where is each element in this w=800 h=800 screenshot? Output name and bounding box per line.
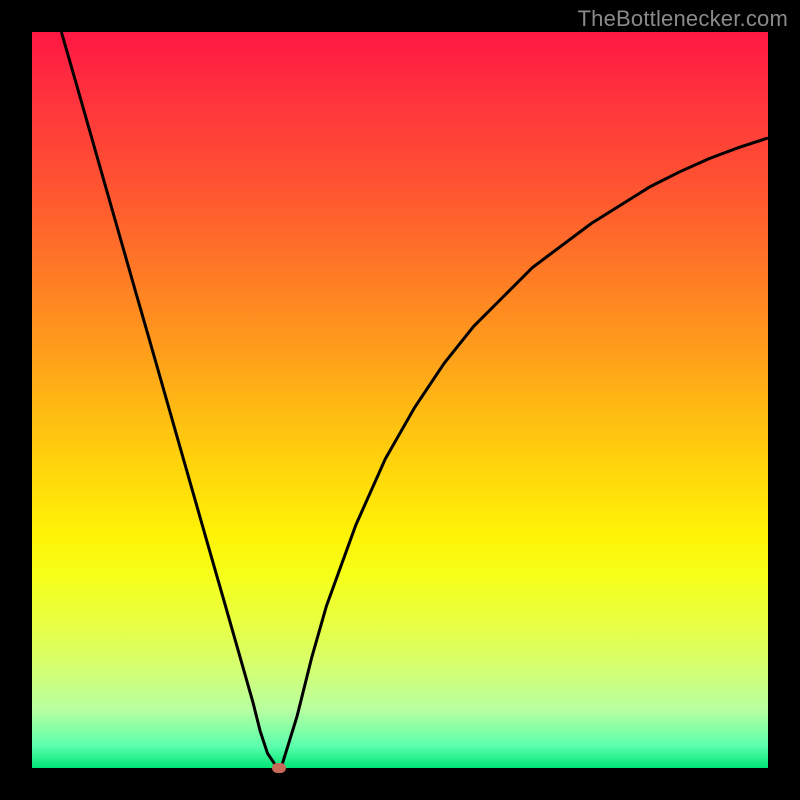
watermark-text: TheBottlenecker.com bbox=[578, 6, 788, 32]
curve-path bbox=[61, 32, 768, 768]
bottleneck-curve bbox=[32, 32, 768, 768]
chart-frame: TheBottlenecker.com bbox=[0, 0, 800, 800]
optimal-marker bbox=[272, 763, 286, 773]
